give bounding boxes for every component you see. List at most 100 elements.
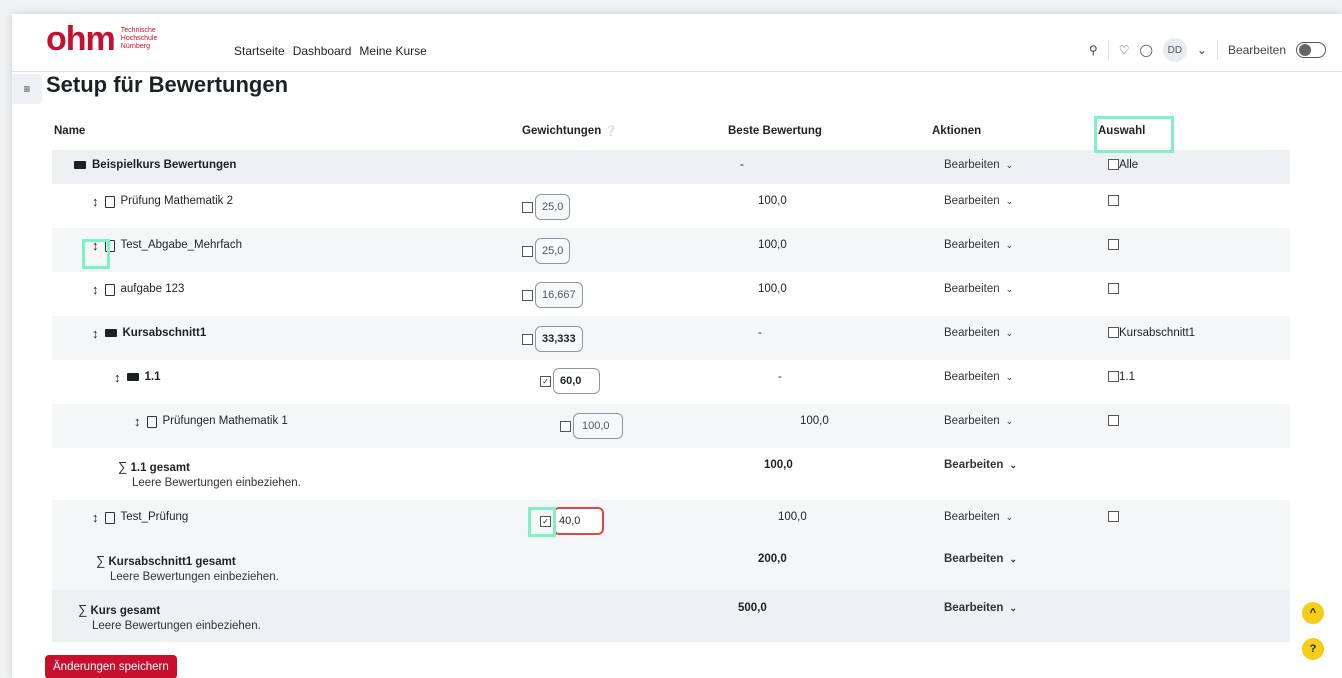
list-icon: ≡: [23, 82, 31, 96]
chat-icon[interactable]: ◯: [1139, 43, 1152, 57]
row-name: ↕ 1.1: [114, 371, 161, 384]
actions-label: Bearbeiten: [944, 553, 1004, 565]
chevron-down-icon: ⌄: [1005, 284, 1014, 294]
actions-dropdown[interactable]: Bearbeiten ⌄: [944, 239, 1013, 251]
select-checkbox[interactable]: [1108, 327, 1119, 339]
actions-dropdown[interactable]: Bearbeiten ⌄: [944, 327, 1013, 339]
select-all-checkbox[interactable]: [1108, 159, 1119, 171]
select-category[interactable]: Kursabschnitt1: [1108, 327, 1195, 339]
edit-mode-toggle[interactable]: [1296, 42, 1326, 58]
best-grade: 500,0: [738, 602, 767, 614]
row-subtext: Leere Bewertungen einbeziehen.: [132, 477, 301, 489]
weight-override-checkbox[interactable]: [522, 289, 533, 301]
select-checkbox[interactable]: [1108, 511, 1119, 523]
save-changes-button[interactable]: Änderungen speichern: [45, 655, 177, 678]
actions-dropdown[interactable]: Bearbeiten ⌄: [944, 371, 1013, 383]
weight-input[interactable]: 60,0: [553, 368, 601, 394]
weight-override-checkbox[interactable]: [522, 201, 533, 213]
move-icon[interactable]: ↕: [92, 283, 99, 296]
actions-dropdown[interactable]: Bearbeiten ⌄: [944, 602, 1017, 614]
select-cell: [1108, 511, 1119, 523]
document-icon: [104, 196, 115, 208]
best-grade: 100,0: [758, 239, 787, 251]
select-checkbox[interactable]: [1108, 195, 1119, 207]
weight-input[interactable]: 25,0: [535, 238, 571, 264]
bell-icon[interactable]: ♡: [1119, 43, 1130, 57]
row-name: ↕ Kursabschnitt1: [92, 327, 206, 340]
row-name: ↕ Test_Abgabe_Mehrfach: [92, 239, 242, 252]
chevron-down-icon: ⌄: [1009, 460, 1017, 470]
table-row: ∑ Kurs gesamt Leere Bewertungen einbezie…: [52, 590, 1290, 642]
row-name-label: Test_Prüfung: [120, 511, 189, 523]
chevron-down-icon: ⌄: [1005, 416, 1014, 426]
nav-home[interactable]: Startseite: [234, 44, 285, 58]
row-name-label: Test_Abgabe_Mehrfach: [120, 239, 242, 251]
select-checkbox[interactable]: [1108, 283, 1119, 295]
best-grade: 200,0: [758, 553, 787, 565]
scroll-to-top-button[interactable]: ^: [1302, 602, 1324, 624]
help-button[interactable]: ?: [1302, 638, 1324, 660]
weight-input[interactable]: 40,0: [553, 507, 605, 535]
row-name-label: Prüfung Mathematik 2: [120, 195, 234, 207]
weight-override-checkbox[interactable]: [560, 420, 571, 432]
table-row: Beispielkurs Bewertungen - Bearbeiten ⌄ A…: [52, 150, 1290, 184]
document-icon: [104, 284, 115, 296]
actions-dropdown[interactable]: Bearbeiten ⌄: [944, 459, 1017, 471]
folder-icon: [104, 329, 117, 337]
best-grade: -: [758, 327, 762, 339]
sigma-icon: ∑: [96, 553, 106, 568]
select-checkbox[interactable]: [1108, 371, 1119, 383]
actions-dropdown[interactable]: Bearbeiten ⌄: [944, 511, 1013, 523]
weight-cell: ✓ 60,0: [540, 368, 601, 394]
select-checkbox[interactable]: [1108, 239, 1119, 251]
select-all[interactable]: Alle: [1108, 159, 1138, 171]
logo[interactable]: ohm Technische Hochschule Nürnberg: [46, 22, 161, 56]
actions-dropdown[interactable]: Bearbeiten ⌄: [944, 195, 1013, 207]
weight-override-checkbox[interactable]: [522, 245, 533, 257]
move-icon[interactable]: ↕: [134, 415, 141, 428]
actions-dropdown[interactable]: Bearbeiten ⌄: [944, 159, 1013, 171]
search-icon[interactable]: ⚲: [1089, 43, 1098, 57]
nav-my-courses[interactable]: Meine Kurse: [359, 44, 426, 58]
weight-input[interactable]: 16,667: [535, 282, 583, 308]
actions-label: Bearbeiten: [944, 239, 1000, 251]
actions-label: Bearbeiten: [944, 602, 1004, 614]
table-row: ↕ aufgabe 123 16,667 100,0 Bearbeiten ⌄: [52, 272, 1290, 316]
browser-window: ohm Technische Hochschule Nürnberg Start…: [12, 14, 1342, 678]
weight-input[interactable]: 25,0: [535, 194, 571, 220]
weight-input[interactable]: 100,0: [573, 413, 623, 439]
move-icon[interactable]: ↕: [92, 195, 99, 208]
move-icon[interactable]: ↕: [114, 371, 121, 384]
chevron-down-icon[interactable]: ⌄: [1197, 43, 1207, 57]
table-row: ∑ Kursabschnitt1 gesamt Leere Bewertunge…: [52, 544, 1290, 590]
actions-dropdown[interactable]: Bearbeiten ⌄: [944, 283, 1013, 295]
highlight-override-checkbox: [528, 507, 556, 537]
drawer-toggle-button[interactable]: ≡: [12, 74, 42, 104]
highlight-move-handle: [82, 239, 110, 269]
help-icon[interactable]: ❔: [604, 126, 616, 137]
sigma-icon: ∑: [118, 459, 128, 474]
weight-override-checkbox[interactable]: ✓: [540, 375, 551, 387]
select-category[interactable]: 1.1: [1108, 371, 1135, 383]
select-checkbox[interactable]: [1108, 415, 1119, 427]
best-grade: 100,0: [758, 283, 787, 295]
nav-dashboard[interactable]: Dashboard: [293, 44, 352, 58]
move-icon[interactable]: ↕: [92, 511, 99, 524]
actions-label: Bearbeiten: [944, 511, 1000, 523]
row-name: ↕ Test_Prüfung: [92, 511, 188, 524]
edit-mode-label: Bearbeiten: [1227, 43, 1286, 57]
select-cell: [1108, 283, 1119, 295]
avatar[interactable]: DD: [1162, 38, 1187, 62]
row-name-label: aufgabe 123: [120, 283, 185, 295]
actions-dropdown[interactable]: Bearbeiten ⌄: [944, 415, 1013, 427]
chevron-down-icon: ⌄: [1009, 554, 1017, 564]
chevron-down-icon: ⌄: [1005, 372, 1014, 382]
actions-dropdown[interactable]: Bearbeiten ⌄: [944, 553, 1017, 565]
row-name: ↕ aufgabe 123: [92, 283, 184, 296]
weight-input[interactable]: 33,333: [535, 326, 583, 352]
weight-override-checkbox[interactable]: [522, 333, 533, 345]
weight-cell: 25,0: [522, 238, 571, 264]
move-icon[interactable]: ↕: [92, 327, 99, 340]
select-category-label: 1.1: [1119, 371, 1135, 383]
row-name: ↕ Prüfung Mathematik 2: [92, 195, 233, 208]
